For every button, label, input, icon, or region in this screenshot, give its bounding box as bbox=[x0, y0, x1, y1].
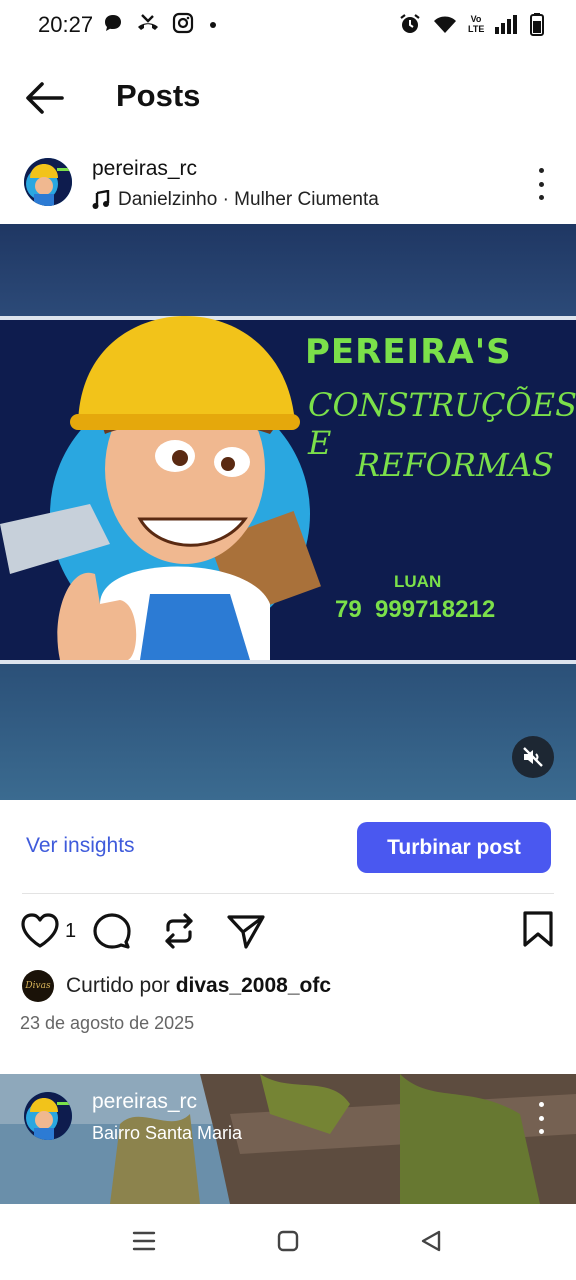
post-image bbox=[0, 224, 576, 800]
heart-icon bbox=[21, 913, 59, 948]
liked-by-user[interactable]: divas_2008_ofc bbox=[176, 974, 331, 997]
banner-name: LUAN bbox=[394, 572, 442, 591]
music-note-icon bbox=[92, 190, 110, 209]
comment-button[interactable] bbox=[92, 912, 132, 955]
back-nav-button[interactable] bbox=[420, 1230, 442, 1257]
share-button[interactable] bbox=[226, 912, 266, 955]
banner-title: PEREIRA'S bbox=[305, 332, 512, 372]
banner-line-3: REFORMAS bbox=[356, 446, 554, 484]
next-post-location[interactable]: Bairro Santa Maria bbox=[92, 1123, 242, 1144]
app-header: Posts bbox=[0, 60, 576, 136]
post-options-button[interactable] bbox=[534, 168, 548, 200]
post-media[interactable]: PEREIRA'S CONSTRUÇÕES E REFORMAS LUAN 79… bbox=[0, 224, 576, 800]
repost-button[interactable] bbox=[160, 912, 198, 955]
home-button[interactable] bbox=[277, 1230, 299, 1257]
chat-bubble-icon bbox=[105, 15, 121, 31]
audio-attribution[interactable]: Danielzinho · Mulher Ciumenta bbox=[92, 189, 379, 211]
liked-by-avatar[interactable]: Divas bbox=[22, 970, 54, 1002]
post-username[interactable]: pereiras_rc bbox=[92, 157, 197, 181]
divider bbox=[22, 893, 554, 894]
avatar-worker-image bbox=[24, 1092, 72, 1140]
repost-icon bbox=[165, 913, 193, 949]
mute-toggle-button[interactable] bbox=[512, 736, 554, 778]
banner-phone: 79 999718212 bbox=[335, 596, 496, 623]
post-date: 23 de agosto de 2025 bbox=[20, 1013, 195, 1033]
next-post-options-button[interactable] bbox=[534, 1102, 548, 1134]
bookmark-icon bbox=[523, 911, 553, 947]
view-insights-link[interactable]: Ver insights bbox=[26, 834, 135, 858]
signal-icon bbox=[495, 15, 517, 34]
status-right-icons: Vo LTE bbox=[398, 12, 544, 36]
wifi-icon bbox=[434, 16, 456, 33]
recent-apps-button[interactable] bbox=[132, 1230, 156, 1257]
arrow-left-icon bbox=[26, 82, 64, 114]
status-bar: 20:27 Vo LTE bbox=[0, 0, 576, 52]
triangle-back-icon bbox=[421, 1230, 441, 1252]
volte-icon: Vo LTE bbox=[468, 14, 485, 34]
back-button[interactable] bbox=[22, 78, 66, 118]
square-icon bbox=[277, 1230, 299, 1252]
next-post-username[interactable]: pereiras_rc bbox=[92, 1090, 197, 1114]
like-count[interactable]: 1 bbox=[65, 920, 76, 943]
system-nav-bar bbox=[0, 1204, 576, 1280]
next-post-avatar[interactable] bbox=[24, 1092, 72, 1140]
instagram-icon bbox=[172, 12, 194, 34]
boost-post-button[interactable]: Turbinar post bbox=[357, 822, 551, 873]
avatar-worker-image bbox=[24, 158, 72, 206]
status-time: 20:27 bbox=[38, 12, 94, 37]
menu-lines-icon bbox=[132, 1231, 156, 1251]
next-post[interactable]: pereiras_rc Bairro Santa Maria bbox=[0, 1074, 576, 1204]
volume-off-icon bbox=[523, 747, 543, 767]
post-avatar[interactable] bbox=[24, 158, 72, 206]
like-button[interactable] bbox=[20, 912, 60, 955]
liked-by-text: Curtido por divas_2008_ofc bbox=[66, 974, 331, 998]
alarm-icon bbox=[400, 14, 420, 33]
liked-by-avatar-text: Divas bbox=[25, 981, 51, 991]
next-post-image bbox=[0, 1074, 576, 1204]
liked-by-prefix: Curtido por bbox=[66, 974, 176, 997]
missed-call-icon bbox=[138, 14, 158, 30]
save-button[interactable] bbox=[520, 910, 556, 953]
page-title: Posts bbox=[116, 78, 201, 113]
audio-label: Danielzinho · Mulher Ciumenta bbox=[118, 189, 379, 210]
comment-icon bbox=[93, 913, 131, 949]
dot-icon bbox=[210, 22, 216, 28]
send-icon bbox=[227, 915, 265, 949]
status-left-icons bbox=[102, 12, 220, 34]
battery-icon bbox=[530, 13, 544, 36]
